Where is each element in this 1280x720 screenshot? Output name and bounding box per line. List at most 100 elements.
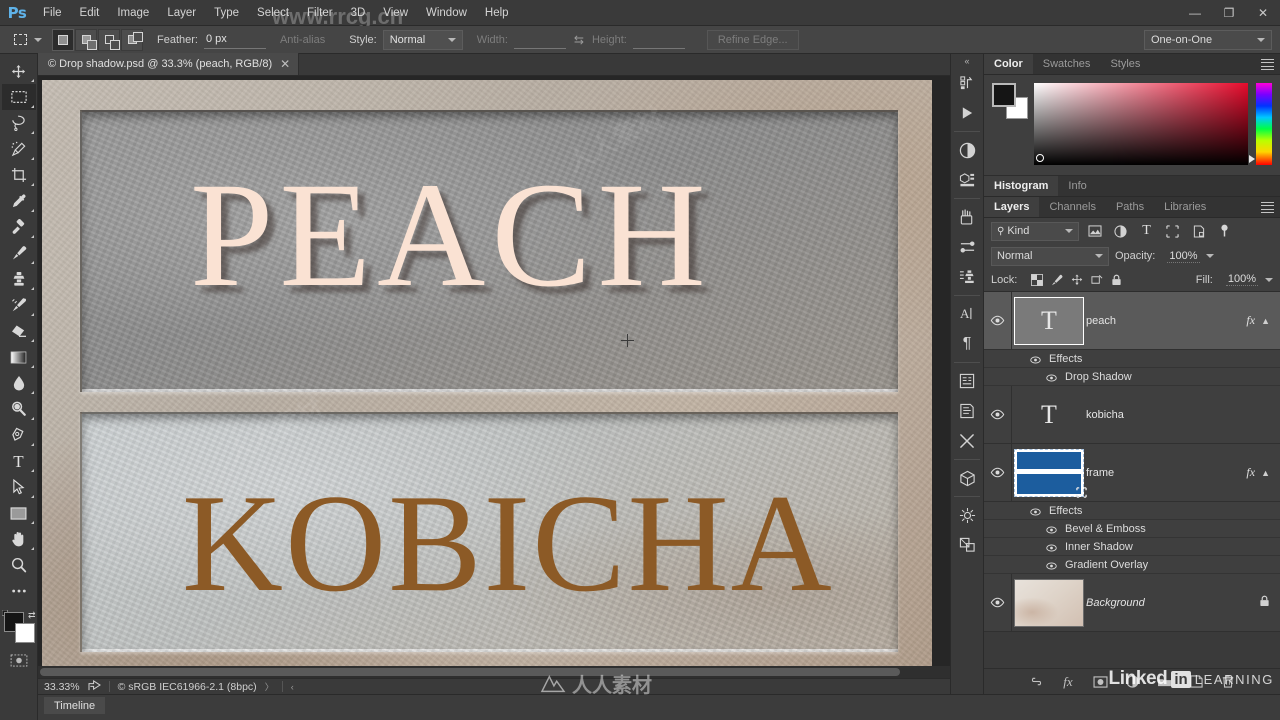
rectangular-marquee-tool[interactable] (1, 84, 36, 110)
delete-layer-icon[interactable] (1219, 673, 1237, 691)
menu-type[interactable]: Type (205, 0, 248, 26)
layer-fx-cell[interactable]: fx ▲ (1238, 313, 1280, 328)
eraser-tool[interactable] (2, 318, 36, 344)
effects-group-frame[interactable]: Effects (984, 502, 1280, 520)
canvas-horizontal-scrollbar[interactable] (38, 666, 984, 678)
layer-visibility-toggle[interactable] (984, 386, 1012, 443)
spot-healing-brush-tool[interactable] (2, 214, 36, 240)
chevron-up-icon[interactable]: ▲ (1261, 468, 1270, 478)
link-layers-icon[interactable] (1027, 673, 1045, 691)
layer-name-background[interactable]: Background (1086, 597, 1238, 609)
chevron-down-icon[interactable] (1205, 254, 1214, 258)
tab-swatches[interactable]: Swatches (1033, 54, 1101, 74)
gradient-tool[interactable] (2, 344, 36, 370)
actions-play-icon[interactable] (953, 98, 981, 128)
background-color-swatch[interactable] (14, 623, 35, 643)
smartobject-filter-icon[interactable] (1188, 222, 1209, 241)
color-panel-swatches[interactable] (992, 83, 1028, 119)
add-to-selection-button[interactable] (75, 28, 97, 51)
color-swatches[interactable]: ⇄ (1, 610, 36, 644)
pixel-filter-icon[interactable] (1084, 222, 1105, 241)
layer-thumbnail-cell[interactable] (1012, 448, 1087, 498)
new-layer-icon[interactable] (1187, 673, 1205, 691)
add-layer-style-icon[interactable]: fx (1059, 673, 1077, 691)
blend-mode-select[interactable]: Normal (991, 246, 1109, 266)
quick-selection-tool[interactable] (2, 136, 36, 162)
share-icon[interactable] (88, 679, 101, 694)
eye-icon[interactable] (1030, 355, 1041, 363)
style-select[interactable]: Normal (382, 29, 463, 50)
layer-row-background[interactable]: Background (984, 574, 1280, 632)
crop-tool[interactable] (2, 162, 36, 188)
tab-channels[interactable]: Channels (1039, 197, 1105, 217)
tab-layers[interactable]: Layers (984, 197, 1040, 217)
tab-histogram[interactable]: Histogram (984, 176, 1059, 196)
layer-fx-cell[interactable]: fx ▲ (1238, 465, 1280, 480)
clone-stamp-tool[interactable] (2, 266, 36, 292)
edit-toolbar-tool[interactable] (2, 578, 36, 604)
close-icon[interactable]: ✕ (280, 58, 290, 70)
hue-slider[interactable] (1249, 83, 1272, 165)
lock-artboard-icon[interactable] (1090, 273, 1103, 286)
tab-libraries[interactable]: Libraries (1154, 197, 1216, 217)
tab-paths[interactable]: Paths (1106, 197, 1154, 217)
swap-dimensions-icon[interactable]: ⇆ (574, 33, 584, 47)
add-layer-mask-icon[interactable] (1091, 673, 1109, 691)
brushes-icon[interactable] (953, 202, 981, 232)
move-tool[interactable] (2, 58, 36, 84)
layer-visibility-toggle[interactable] (984, 444, 1012, 501)
status-next-arrow[interactable]: 〉 (265, 680, 274, 693)
quick-mask-button[interactable] (9, 652, 29, 668)
tab-info[interactable]: Info (1058, 176, 1096, 196)
layer-style-icon[interactable]: fx (1246, 465, 1255, 480)
status-prev-arrow[interactable]: ‹ (291, 682, 294, 692)
effect-drop-shadow[interactable]: Drop Shadow (984, 368, 1280, 386)
collapse-panels-icon[interactable]: « (950, 54, 984, 68)
eye-icon[interactable] (1046, 525, 1057, 533)
menu-file[interactable]: File (34, 0, 71, 26)
menu-3d[interactable]: 3D (342, 0, 375, 26)
tab-color[interactable]: Color (984, 54, 1033, 74)
tab-timeline[interactable]: Timeline (44, 697, 106, 714)
eye-icon[interactable] (1046, 561, 1057, 569)
layer-name-peach[interactable]: peach (1086, 315, 1238, 327)
adjustment-filter-icon[interactable] (1110, 222, 1131, 241)
dodge-tool[interactable] (2, 396, 36, 422)
chevron-up-icon[interactable]: ▲ (1261, 316, 1270, 326)
menu-help[interactable]: Help (476, 0, 518, 26)
menu-filter[interactable]: Filter (298, 0, 342, 26)
feather-input[interactable] (203, 30, 266, 49)
adjustments-icon[interactable] (953, 135, 981, 165)
lock-image-pixels-icon[interactable] (1050, 273, 1063, 286)
blur-tool[interactable] (2, 370, 36, 396)
workspace-select[interactable]: One-on-One (1144, 30, 1272, 50)
eyedropper-tool[interactable] (2, 188, 36, 214)
horizontal-type-tool[interactable]: T (2, 448, 36, 474)
new-selection-button[interactable] (52, 28, 74, 51)
lasso-tool[interactable] (2, 110, 36, 136)
brush-settings-icon[interactable] (953, 232, 981, 262)
menu-image[interactable]: Image (108, 0, 158, 26)
character-icon[interactable]: A (953, 299, 981, 329)
layer-row-kobicha[interactable]: T kobicha (984, 386, 1280, 444)
filter-kind-select[interactable]: ⚲ Kind (991, 221, 1079, 241)
close-button[interactable]: ✕ (1246, 0, 1280, 26)
new-adjustment-layer-icon[interactable] (1123, 673, 1141, 691)
pen-tool[interactable] (2, 422, 36, 448)
lock-all-icon[interactable] (1110, 273, 1123, 286)
shape-filter-icon[interactable] (1162, 222, 1183, 241)
minimize-button[interactable]: — (1178, 0, 1212, 26)
path-selection-tool[interactable] (2, 474, 36, 500)
history-brush-tool[interactable] (2, 292, 36, 318)
canvas-area[interactable]: PEACH KOBICHA 人人素材 人人素材 (38, 76, 984, 682)
refine-edge-button[interactable]: Refine Edge... (706, 29, 799, 50)
effects-group-peach[interactable]: Effects (984, 350, 1280, 368)
menu-layer[interactable]: Layer (158, 0, 205, 26)
filter-toggle-icon[interactable] (1214, 222, 1235, 241)
layer-visibility-toggle[interactable] (984, 292, 1012, 349)
swap-colors-icon[interactable]: ⇄ (28, 610, 36, 621)
restore-button[interactable]: ❐ (1212, 0, 1246, 26)
layer-row-peach[interactable]: T peach fx ▲ (984, 292, 1280, 350)
clone-source-icon[interactable] (953, 262, 981, 292)
type-filter-icon[interactable]: T (1136, 222, 1157, 241)
